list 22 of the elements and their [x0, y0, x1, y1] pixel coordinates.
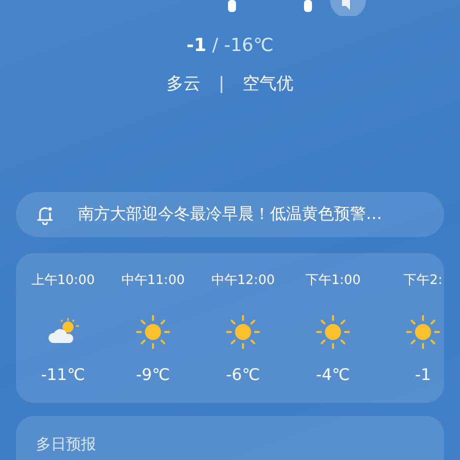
- hour-temperature: -1: [415, 365, 431, 384]
- hour-time: 上午10:00: [31, 272, 95, 290]
- hour-time: 下午1:00: [305, 272, 361, 290]
- hour-time: 下午2:: [404, 272, 442, 290]
- hour-time: 中午11:00: [121, 272, 185, 290]
- sun-icon: [316, 315, 350, 349]
- forecast-title: 多日预报: [36, 435, 96, 453]
- alert-banner[interactable]: 南方大部迎今冬最冷早晨！低温黄色预警…: [16, 192, 444, 237]
- hour-temperature: -11℃: [40, 365, 86, 384]
- bell-icon: [36, 204, 54, 224]
- hour-time: 中午12:00: [211, 272, 275, 290]
- air-quality: 空气优: [242, 73, 294, 96]
- alert-text: 南方大部迎今冬最冷早晨！低温黄色预警…: [78, 204, 382, 225]
- separator: |: [218, 73, 224, 96]
- hour-temperature: -4℃: [316, 365, 350, 384]
- weather-condition: 多云: [166, 73, 201, 96]
- sun-icon: [226, 315, 260, 349]
- hour-temperature: -9℃: [136, 365, 170, 384]
- sun-icon: [406, 315, 440, 349]
- hour-temperature: -6℃: [226, 365, 260, 384]
- sun-icon: [136, 315, 170, 349]
- temperature-range: -1 / -16℃: [185, 34, 275, 58]
